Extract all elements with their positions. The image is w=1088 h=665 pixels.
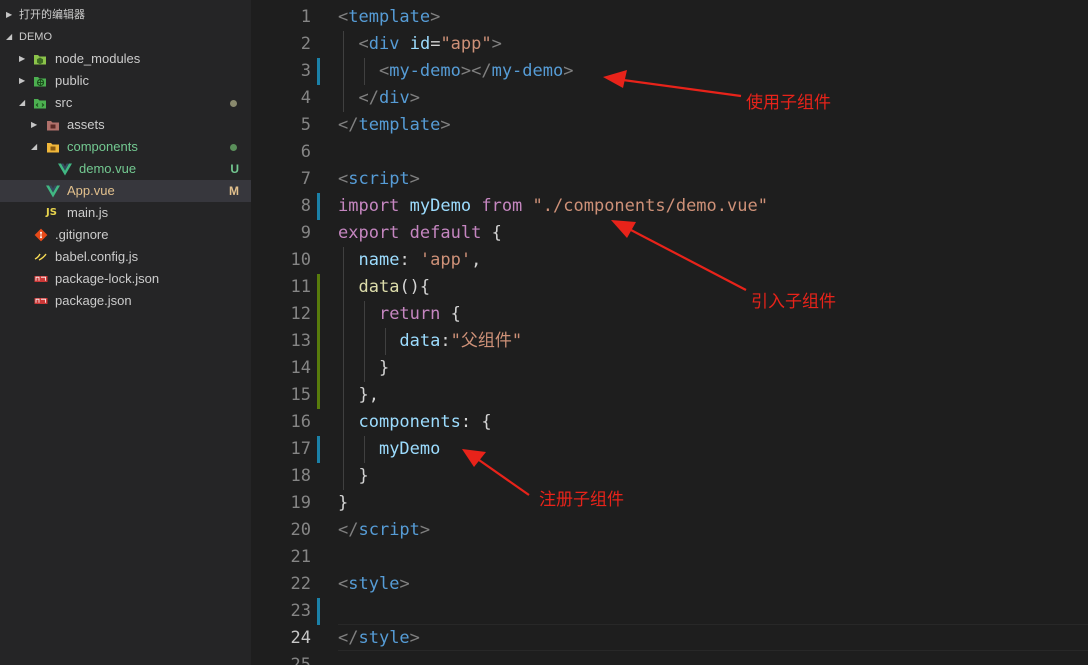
tree-item-demo-vue[interactable]: demo.vue U: [0, 158, 251, 180]
chevron-right-icon: ▶: [19, 76, 26, 85]
git-icon: [34, 228, 48, 242]
vue-icon: [58, 163, 72, 176]
arrow-use-child-head: [603, 70, 627, 88]
tree-item-babel-config[interactable]: babel.config.js: [0, 246, 251, 268]
modified-dot-icon: [230, 100, 237, 107]
folder-src-icon: [34, 99, 46, 109]
chevron-right-icon: ▶: [6, 10, 13, 19]
chevron-right-icon: ▶: [19, 54, 26, 63]
arrow-import-child-line: [630, 229, 747, 291]
folder-node-icon: [34, 55, 46, 65]
tree-item-label: components: [67, 139, 138, 154]
explorer-sidebar: ▶ 打开的编辑器 ◢ DEMO ▶ node_modules ▶ public …: [0, 0, 251, 665]
tree-item-label: assets: [67, 117, 105, 132]
open-editors-label: 打开的编辑器: [19, 9, 85, 21]
annotation-import-child: 引入子组件: [751, 292, 836, 311]
tree-item-main-js[interactable]: JS main.js: [0, 202, 251, 224]
tree-item-label: demo.vue: [79, 161, 137, 176]
tree-item-app-vue[interactable]: App.vue M: [0, 180, 251, 202]
tree-item-label: package-lock.json: [55, 271, 160, 286]
git-status-badge: U: [230, 162, 239, 176]
annotation-register-child: 注册子组件: [539, 490, 624, 509]
tree-item-label: babel.config.js: [55, 249, 139, 264]
tree-item-src[interactable]: ◢ src: [0, 92, 251, 114]
tree-item-gitignore[interactable]: .gitignore: [0, 224, 251, 246]
tree-item-label: package.json: [55, 293, 132, 308]
folder-public-icon: [34, 77, 46, 87]
git-status-badge: M: [229, 184, 239, 198]
chevron-down-icon: ◢: [6, 32, 13, 41]
tree-item-package-lock[interactable]: package-lock.json: [0, 268, 251, 290]
project-root-label: DEMO: [19, 31, 52, 43]
folder-assets-icon: [47, 121, 59, 131]
tree-item-label: .gitignore: [55, 227, 109, 242]
tree-item-public[interactable]: ▶ public: [0, 70, 251, 92]
npm-icon: [34, 276, 48, 282]
open-editors-header[interactable]: ▶ 打开的编辑器: [0, 4, 251, 26]
arrow-register-child-head: [462, 449, 486, 467]
tree-item-components[interactable]: ◢ components: [0, 136, 251, 158]
npm-icon: [34, 298, 48, 304]
tree-item-label: src: [55, 95, 73, 110]
project-root-header[interactable]: ◢ DEMO: [0, 26, 251, 48]
tree-item-label: public: [55, 73, 89, 88]
js-icon: JS: [46, 207, 57, 218]
annotation-use-child: 使用子组件: [746, 93, 831, 112]
arrow-register-child-line: [478, 459, 530, 496]
babel-icon: [34, 253, 47, 261]
annotation-arrows: [462, 70, 747, 496]
vue-icon: [46, 185, 60, 198]
tree-item-assets[interactable]: ▶ assets: [0, 114, 251, 136]
folder-components-icon: [47, 143, 59, 153]
chevron-right-icon: ▶: [31, 120, 38, 129]
tree-item-package-json[interactable]: package.json: [0, 290, 251, 312]
arrow-use-child-line: [622, 78, 742, 98]
tree-item-node-modules[interactable]: ▶ node_modules: [0, 48, 251, 70]
tree-item-label: node_modules: [55, 51, 141, 66]
arrow-import-child-head: [611, 220, 636, 238]
untracked-dot-icon: [230, 144, 237, 151]
chevron-down-icon: ◢: [31, 142, 38, 151]
chevron-down-icon: ◢: [19, 98, 26, 107]
code-editor[interactable]: 1 <template> 2 <div id="app"> 3 <my-demo…: [251, 0, 1088, 665]
tree-item-label: App.vue: [67, 183, 115, 198]
tree-item-label: main.js: [67, 205, 109, 220]
